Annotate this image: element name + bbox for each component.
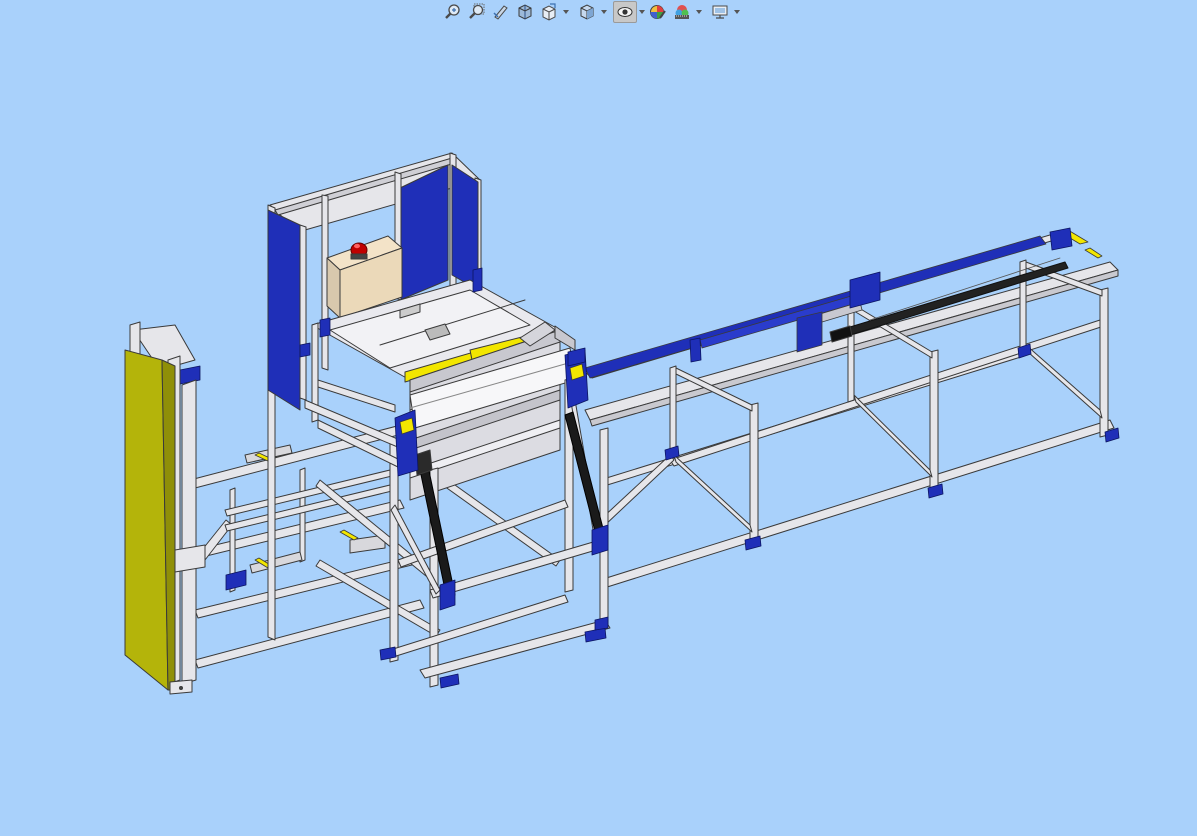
- graphics-area[interactable]: [0, 26, 1197, 836]
- guard-panel-left: [267, 209, 301, 411]
- machine-assembly-model: [124, 152, 1120, 695]
- mounting-brackets: [179, 227, 1120, 689]
- warning-beacon-icon: [350, 242, 368, 260]
- guard-panel-rear: [399, 164, 449, 301]
